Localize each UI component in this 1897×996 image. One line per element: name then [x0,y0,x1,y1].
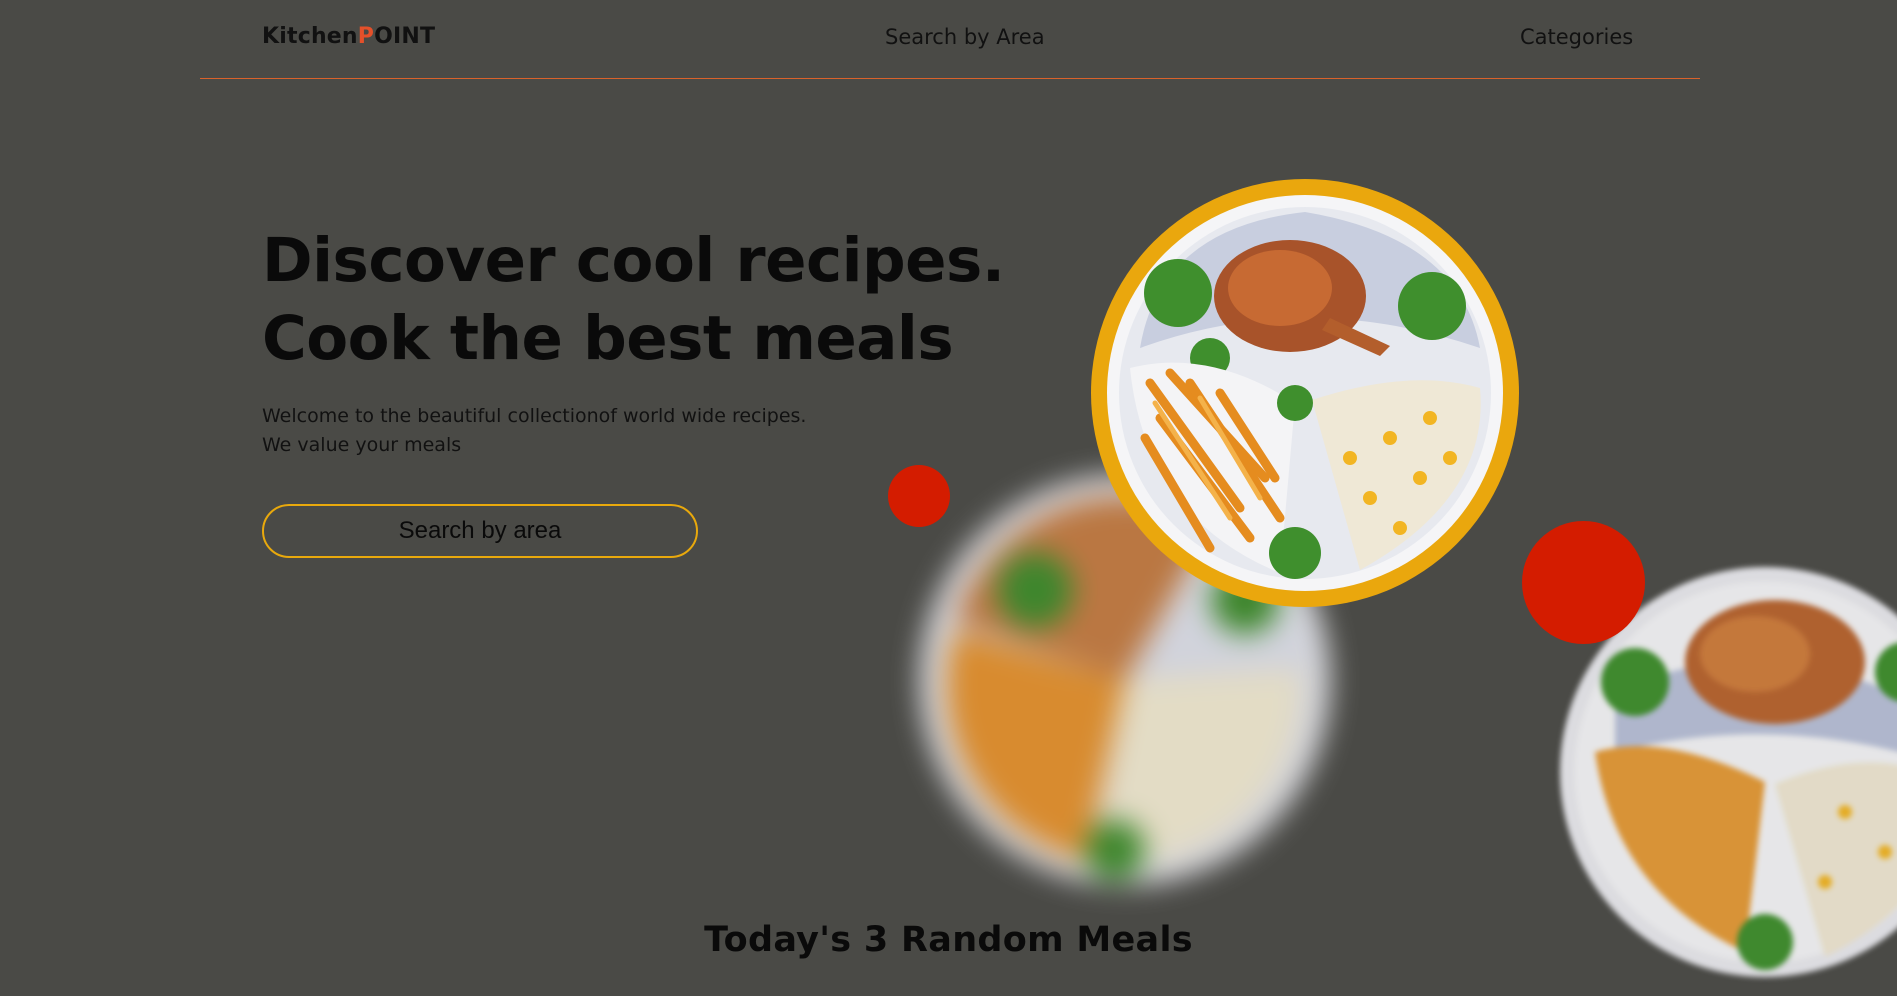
logo-accent: P [357,24,375,49]
decorative-red-dot [1522,521,1645,644]
logo[interactable]: KitchenPOINT [262,24,435,49]
hero-subtitle: Welcome to the beautiful collectionof wo… [262,402,806,460]
logo-suffix: OINT [374,24,436,49]
hero-subtitle-line-2: We value your meals [262,434,462,456]
navbar: KitchenPOINT Search by Area Categories [200,0,1700,79]
hero-title: Discover cool recipes. Cook the best mea… [262,225,1005,374]
decorative-red-dot [888,465,950,527]
nav-categories-link[interactable]: Categories [1520,25,1633,49]
hero-subtitle-line-1: Welcome to the beautiful collectionof wo… [262,405,807,427]
nav-search-by-area-link[interactable]: Search by Area [885,25,1045,49]
random-meals-heading: Today's 3 Random Meals [704,920,1193,960]
hero-plate-image [1090,178,1520,608]
plate-illustration [1091,179,1519,607]
logo-prefix: Kitchen [262,24,358,49]
search-by-area-button[interactable]: Search by area [262,504,698,558]
page: KitchenPOINT Search by Area Categories D… [0,0,1897,996]
